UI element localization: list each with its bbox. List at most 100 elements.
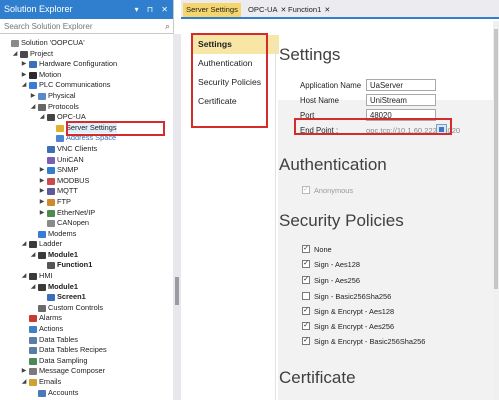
search-icon[interactable]: ⌕ <box>165 21 170 32</box>
collapse-arrow-icon[interactable]: ◢ <box>29 250 37 261</box>
anonymous-checkbox[interactable]: ✓ <box>302 186 310 195</box>
hardware-icon <box>29 61 37 69</box>
tree-node[interactable]: ▶ FTP <box>0 197 170 208</box>
tree-node[interactable]: ◢ HMI <box>0 271 170 282</box>
settings-heading: Settings <box>279 45 341 64</box>
tree-node-label: Alarms <box>39 313 62 323</box>
collapse-arrow-icon[interactable]: ◢ <box>29 102 37 113</box>
collapse-arrow-icon[interactable]: ◢ <box>20 80 28 91</box>
policy-checkbox[interactable]: ✓ <box>302 337 310 346</box>
custom-controls-icon <box>38 304 46 312</box>
tree-node[interactable]: Modems <box>0 229 170 240</box>
tree-node[interactable]: ▶ Motion <box>0 70 170 81</box>
tree-node[interactable]: Data Tables Recipes <box>0 345 170 356</box>
physical-icon <box>38 92 46 100</box>
expand-arrow-icon[interactable]: ▶ <box>20 366 28 377</box>
solution-icon <box>11 40 19 47</box>
tree-node[interactable]: ▶ MODBUS <box>0 176 170 187</box>
collapse-arrow-icon[interactable]: ◢ <box>20 239 28 250</box>
tree-node[interactable]: ▶ Hardware Configuration <box>0 59 170 70</box>
policy-row[interactable]: ✓ Sign & Encrypt - Aes256 <box>302 321 394 332</box>
policy-row[interactable]: ✓ Sign - Aes256 <box>302 275 360 286</box>
expand-arrow-icon[interactable]: ▶ <box>38 186 46 197</box>
tree-node-label: EtherNet/IP <box>57 207 96 217</box>
expand-arrow-icon[interactable]: ▶ <box>38 176 46 187</box>
expand-arrow-icon[interactable]: ▶ <box>38 165 46 176</box>
tree-node[interactable]: ▶ MQTT <box>0 186 170 197</box>
tree-node[interactable]: ◢ Module1 <box>0 282 170 293</box>
tree-node[interactable]: UniCAN <box>0 155 170 166</box>
tree-node[interactable]: ◢ PLC Communications <box>0 80 170 91</box>
explorer-scrollbar-grip[interactable] <box>175 277 179 305</box>
tab-function1[interactable]: Function1 ✕ <box>285 3 333 17</box>
explorer-window-buttons[interactable]: ▾ ⊓ ✕ <box>135 0 171 19</box>
tree-node[interactable]: CANopen <box>0 218 170 229</box>
tree-node[interactable]: ◢ Project <box>0 49 170 60</box>
tree-node[interactable]: ◢ Ladder <box>0 239 170 250</box>
expand-arrow-icon[interactable]: ▶ <box>20 70 28 81</box>
accounts-icon <box>38 389 46 397</box>
ethernet-ip-icon <box>47 209 55 217</box>
server-settings-icon <box>56 124 64 132</box>
application-name-input[interactable] <box>366 79 436 91</box>
host-name-input[interactable] <box>366 94 436 106</box>
policy-checkbox[interactable]: ✓ <box>302 322 310 331</box>
tree-node[interactable]: ▶ EtherNet/IP <box>0 208 170 219</box>
tree-node-label: MODBUS <box>57 175 90 185</box>
explorer-search-input[interactable] <box>0 20 158 33</box>
expand-arrow-icon[interactable]: ▶ <box>38 208 46 219</box>
tree-node[interactable]: ▶ Message Composer <box>0 366 170 377</box>
close-icon[interactable]: ✕ <box>324 7 330 14</box>
solution-explorer: Solution Explorer ▾ ⊓ ✕ ⌕ Solution 'OOPC… <box>0 0 174 400</box>
tree-node[interactable]: ◢ Emails <box>0 377 170 388</box>
policy-row[interactable]: ✓ Sign & Encrypt - Aes128 <box>302 306 394 317</box>
explorer-title-bar: Solution Explorer ▾ ⊓ ✕ <box>0 0 173 19</box>
tree-node[interactable]: Data Tables <box>0 335 170 346</box>
panel-scrollbar[interactable] <box>493 21 499 400</box>
policy-row[interactable]: ✓ None <box>302 244 332 255</box>
expand-arrow-icon[interactable]: ▶ <box>20 59 28 70</box>
collapse-arrow-icon[interactable]: ◢ <box>11 49 19 60</box>
tab-label: Server Settings <box>186 5 238 14</box>
policy-row[interactable]: ✓ Sign & Encrypt - Basic256Sha256 <box>302 336 425 347</box>
tree-node[interactable]: Screen1 <box>0 292 170 303</box>
policy-checkbox[interactable]: ✓ <box>302 276 310 285</box>
expand-arrow-icon[interactable]: ▶ <box>38 197 46 208</box>
policy-row[interactable]: ✓ Sign - Aes128 <box>302 259 360 270</box>
anonymous-checkbox-row[interactable]: ✓ Anonymous <box>302 185 353 196</box>
policy-checkbox[interactable] <box>302 292 310 301</box>
explorer-scrollbar[interactable] <box>173 34 181 400</box>
nav-divider <box>275 41 276 400</box>
tree-node[interactable]: Alarms <box>0 313 170 324</box>
tab-server-settings[interactable]: Server Settings <box>183 3 241 17</box>
tree-node[interactable]: ◢ Module1 <box>0 250 170 261</box>
tree-node[interactable]: Solution 'OOPCUA' <box>0 38 170 49</box>
collapse-arrow-icon[interactable]: ◢ <box>29 282 37 293</box>
tree-node[interactable]: Data Sampling <box>0 356 170 367</box>
security-policies-heading: Security Policies <box>279 211 404 230</box>
tree-node[interactable]: ▶ SNMP <box>0 165 170 176</box>
expand-arrow-icon[interactable]: ▶ <box>29 91 37 102</box>
policy-row[interactable]: Sign - Basic256Sha256 <box>302 291 391 302</box>
tree-node[interactable]: Actions <box>0 324 170 335</box>
data-sampling-icon <box>29 357 37 365</box>
panel-scrollbar-grip[interactable] <box>494 29 498 289</box>
policy-checkbox[interactable]: ✓ <box>302 245 310 254</box>
policy-checkbox[interactable]: ✓ <box>302 307 310 316</box>
tree-node[interactable]: Accounts <box>0 388 170 399</box>
collapse-arrow-icon[interactable]: ◢ <box>20 271 28 282</box>
vnc-icon <box>47 145 55 153</box>
settings-content: Settings Application Name Host Name Port… <box>277 35 499 400</box>
policy-label: Sign - Aes128 <box>314 260 361 269</box>
tree-node[interactable]: VNC Clients <box>0 144 170 155</box>
tree-node[interactable]: Custom Controls <box>0 303 170 314</box>
collapse-arrow-icon[interactable]: ◢ <box>38 112 46 123</box>
policy-checkbox[interactable]: ✓ <box>302 260 310 269</box>
tab-opc-ua[interactable]: OPC-UA ✕ <box>245 3 289 17</box>
opcua-icon <box>47 114 55 122</box>
tree-node[interactable]: ▶ Physical <box>0 91 170 102</box>
tree-node-label: Module1 <box>48 249 78 259</box>
tree-node[interactable]: Function1 <box>0 260 170 271</box>
collapse-arrow-icon[interactable]: ◢ <box>20 377 28 388</box>
tree-node[interactable]: ◢ Protocols <box>0 102 170 113</box>
